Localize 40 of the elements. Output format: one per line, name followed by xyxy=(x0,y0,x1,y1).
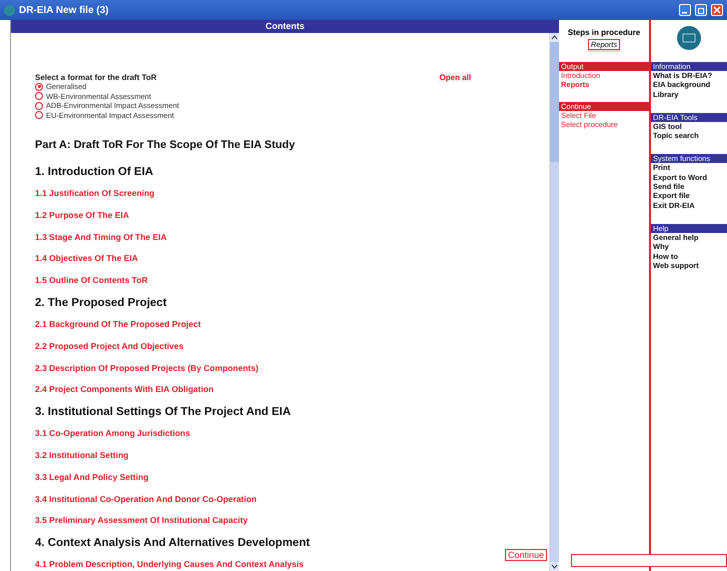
part-heading: Part A: Draft ToR For The Scope Of The EIA Study xyxy=(35,139,296,153)
subsection-link[interactable]: 1.1 Justification Of Screening xyxy=(35,183,155,205)
subsection-link[interactable]: 2.1 Background Of The Proposed Project xyxy=(35,314,201,336)
subsection-link[interactable]: 4.1 Problem Description, Underlying Causes And Context Analysis xyxy=(35,554,304,571)
scrollbar-thumb[interactable] xyxy=(550,42,559,162)
subsection-link[interactable]: 1.2 Purpose Of The EIA xyxy=(35,204,129,227)
radio-button[interactable] xyxy=(35,92,43,100)
section-heading[interactable]: 1. Introduction Of EIA xyxy=(35,161,154,183)
section-heading[interactable]: 3. Institutional Settings Of The Project And EIA xyxy=(35,401,291,424)
section-heading[interactable]: 4. Context Analysis And Alternatives Development xyxy=(35,532,310,554)
radio-button[interactable] xyxy=(35,102,43,110)
restore-button[interactable] xyxy=(695,4,707,16)
app-icon xyxy=(4,4,15,16)
close-icon xyxy=(713,6,721,14)
radio-button[interactable] xyxy=(35,82,43,91)
subsection-link[interactable]: 3.3 Legal And Policy Setting xyxy=(35,466,149,489)
section-heading[interactable]: 2. The Proposed Project xyxy=(35,292,167,314)
subsection-link[interactable]: 3.1 Co-Operation Among Jurisdictions xyxy=(35,423,190,445)
minimize-button[interactable] xyxy=(679,4,691,16)
steps-title: Steps in procedure xyxy=(566,28,642,37)
scroll-up-button[interactable] xyxy=(550,33,559,42)
subsection-link[interactable]: 1.4 Objectives Of The EIA xyxy=(35,248,138,270)
subsection-link[interactable]: 3.5 Preliminary Assessment Of Institutional Capacity xyxy=(35,510,248,532)
format-prompt: Select a format for the draft ToR xyxy=(35,73,157,82)
subsection-link[interactable]: 1.3 Stage And Timing Of The EIA xyxy=(35,226,167,248)
continue-button[interactable]: Continue xyxy=(504,549,547,561)
close-button[interactable] xyxy=(711,4,723,16)
scroll-down-button[interactable] xyxy=(550,562,559,571)
subsection-link[interactable]: 3.4 Institutional Co-Operation And Donor Co-Operation xyxy=(35,488,257,510)
restore-icon xyxy=(697,6,705,14)
logo-icon xyxy=(677,26,701,50)
window-title: DR-EIA New file (3) xyxy=(19,4,110,16)
contents-header: Contents xyxy=(11,20,559,33)
subsection-link[interactable]: 1.5 Outline Of Contents ToR xyxy=(35,270,148,292)
open-all-link[interactable]: Open all xyxy=(438,73,472,82)
subsection-link[interactable]: 2.3 Description Of Proposed Projects (By Components) xyxy=(35,358,258,380)
radio-button[interactable] xyxy=(35,111,43,120)
subsection-link[interactable]: 2.2 Proposed Project And Objectives xyxy=(35,336,184,358)
subsection-link[interactable]: 3.2 Institutional Setting xyxy=(35,444,129,467)
subsection-link[interactable]: 2.4 Project Components With EIA Obligation xyxy=(35,379,214,402)
